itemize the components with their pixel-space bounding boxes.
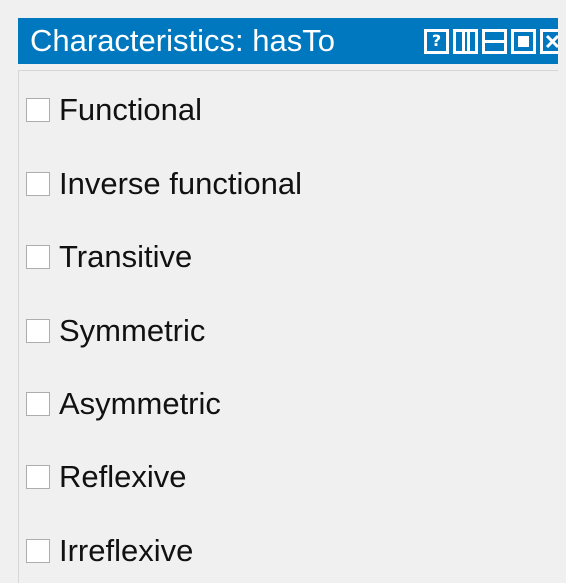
maximize-icon	[518, 35, 529, 47]
characteristic-transitive[interactable]: Transitive	[26, 237, 192, 277]
characteristic-functional[interactable]: Functional	[26, 90, 202, 130]
help-icon: ?	[431, 31, 442, 50]
split-horizontal-icon	[485, 39, 504, 43]
functional-checkbox[interactable]	[26, 98, 50, 122]
reflexive-checkbox[interactable]	[26, 465, 50, 489]
maximize-button[interactable]	[511, 28, 536, 54]
characteristic-asymmetric[interactable]: Asymmetric	[26, 384, 221, 424]
characteristics-list-area: Functional Inverse functional Transitive…	[18, 70, 558, 583]
reflexive-label: Reflexive	[59, 459, 187, 494]
title-bar-buttons: ?	[424, 28, 558, 54]
help-button[interactable]: ?	[424, 28, 449, 54]
characteristic-symmetric[interactable]: Symmetric	[26, 311, 205, 351]
transitive-checkbox[interactable]	[26, 245, 50, 269]
irreflexive-label: Irreflexive	[59, 533, 194, 568]
inverse-functional-label: Inverse functional	[59, 166, 302, 201]
split-horizontal-button[interactable]	[482, 28, 507, 54]
split-vertical-icon	[462, 31, 470, 51]
symmetric-label: Symmetric	[59, 313, 206, 348]
functional-label: Functional	[59, 92, 203, 127]
asymmetric-checkbox[interactable]	[26, 392, 50, 416]
characteristics-panel: Characteristics: hasTo ? Functional Inve…	[0, 0, 566, 583]
panel-title: Characteristics: hasTo	[30, 23, 335, 58]
panel-title-bar[interactable]: Characteristics: hasTo ?	[18, 18, 558, 64]
inverse-functional-checkbox[interactable]	[26, 172, 50, 196]
characteristic-irreflexive[interactable]: Irreflexive	[26, 531, 193, 571]
characteristic-reflexive[interactable]: Reflexive	[26, 457, 187, 497]
close-button[interactable]	[540, 28, 558, 54]
split-vertical-button[interactable]	[453, 28, 478, 54]
characteristic-inverse-functional[interactable]: Inverse functional	[26, 164, 302, 204]
asymmetric-label: Asymmetric	[59, 386, 221, 421]
transitive-label: Transitive	[59, 239, 193, 274]
close-icon	[545, 34, 558, 48]
irreflexive-checkbox[interactable]	[26, 539, 50, 563]
symmetric-checkbox[interactable]	[26, 319, 50, 343]
